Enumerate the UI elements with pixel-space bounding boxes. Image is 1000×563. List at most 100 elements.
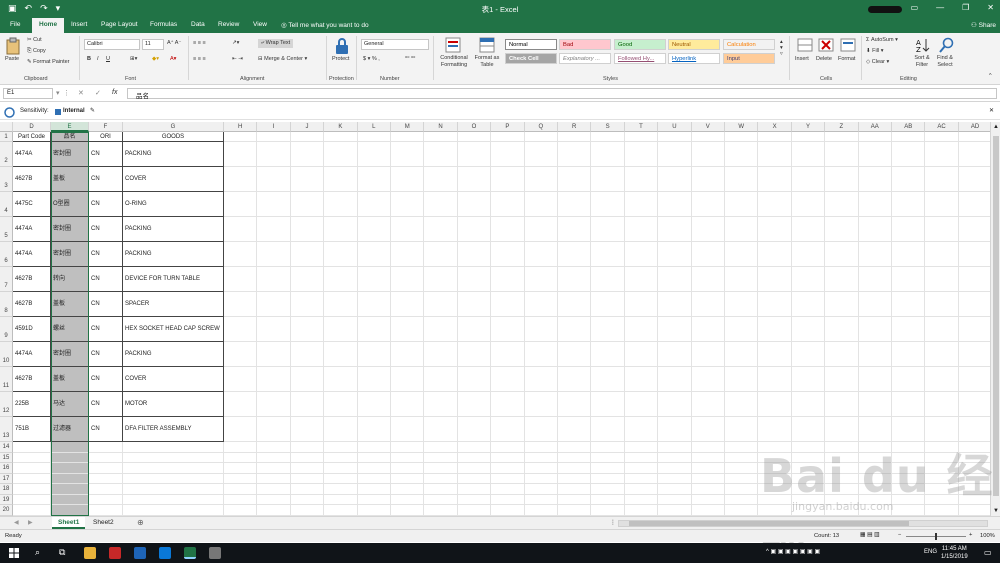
empty-cell[interactable] bbox=[424, 167, 458, 192]
empty-cell[interactable] bbox=[290, 367, 325, 392]
empty-cell[interactable] bbox=[858, 217, 892, 242]
empty-cell[interactable] bbox=[424, 484, 458, 495]
file-explorer-icon[interactable] bbox=[84, 547, 96, 559]
empty-cell[interactable] bbox=[925, 142, 959, 167]
horizontal-scrollbar[interactable] bbox=[618, 520, 988, 527]
empty-cell[interactable] bbox=[391, 367, 425, 392]
column-header-j[interactable]: J bbox=[290, 122, 325, 132]
empty-cell[interactable] bbox=[424, 392, 458, 417]
empty-cell[interactable] bbox=[457, 217, 492, 242]
empty-cell[interactable] bbox=[491, 132, 525, 142]
empty-cell[interactable] bbox=[558, 473, 592, 484]
empty-cell[interactable] bbox=[324, 142, 358, 167]
empty-cell[interactable] bbox=[558, 392, 592, 417]
empty-cell[interactable] bbox=[51, 484, 89, 495]
column-header-u[interactable]: U bbox=[658, 122, 692, 132]
empty-cell[interactable] bbox=[457, 167, 492, 192]
empty-cell[interactable] bbox=[558, 142, 592, 167]
empty-cell[interactable] bbox=[224, 292, 258, 317]
empty-cell[interactable] bbox=[123, 473, 224, 484]
empty-cell[interactable] bbox=[491, 442, 525, 453]
empty-cell[interactable] bbox=[825, 242, 859, 267]
empty-cell[interactable] bbox=[357, 292, 391, 317]
empty-cell[interactable] bbox=[290, 342, 325, 367]
cancel-icon[interactable]: ✕ bbox=[78, 89, 84, 97]
empty-cell[interactable] bbox=[758, 142, 792, 167]
empty-cell[interactable] bbox=[858, 342, 892, 367]
empty-cell[interactable] bbox=[691, 392, 725, 417]
data-cell[interactable]: CN bbox=[89, 342, 123, 367]
lock-icon[interactable] bbox=[335, 37, 349, 55]
empty-cell[interactable] bbox=[324, 292, 358, 317]
sheet-tab-sheet2[interactable]: Sheet2 bbox=[87, 517, 120, 529]
empty-cell[interactable] bbox=[825, 417, 859, 442]
empty-cell[interactable] bbox=[691, 292, 725, 317]
column-header-e[interactable]: E bbox=[51, 122, 89, 132]
empty-cell[interactable] bbox=[958, 142, 990, 167]
empty-cell[interactable] bbox=[591, 132, 625, 142]
h-scroll-thumb[interactable] bbox=[629, 521, 909, 526]
data-cell[interactable]: CN bbox=[89, 142, 123, 167]
empty-cell[interactable] bbox=[13, 442, 51, 453]
empty-cell[interactable] bbox=[123, 505, 224, 516]
empty-cell[interactable] bbox=[491, 367, 525, 392]
empty-cell[interactable] bbox=[658, 484, 692, 495]
empty-cell[interactable] bbox=[491, 463, 525, 474]
empty-cell[interactable] bbox=[658, 392, 692, 417]
empty-cell[interactable] bbox=[758, 292, 792, 317]
column-header-x[interactable]: X bbox=[758, 122, 792, 132]
empty-cell[interactable] bbox=[725, 442, 759, 453]
empty-cell[interactable] bbox=[725, 167, 759, 192]
empty-cell[interactable] bbox=[624, 132, 659, 142]
empty-cell[interactable] bbox=[51, 463, 89, 474]
empty-cell[interactable] bbox=[224, 463, 258, 474]
empty-cell[interactable] bbox=[290, 317, 325, 342]
column-header-m[interactable]: M bbox=[391, 122, 425, 132]
empty-cell[interactable] bbox=[457, 417, 492, 442]
cell-style-bad[interactable]: Bad bbox=[559, 39, 611, 50]
empty-cell[interactable] bbox=[89, 442, 123, 453]
empty-cell[interactable] bbox=[457, 494, 492, 505]
edge-icon[interactable] bbox=[159, 547, 171, 559]
empty-cell[interactable] bbox=[424, 142, 458, 167]
data-cell[interactable]: CN bbox=[89, 217, 123, 242]
empty-cell[interactable] bbox=[224, 317, 258, 342]
fill-button[interactable]: ⬇ Fill ▾ bbox=[866, 48, 883, 54]
empty-cell[interactable] bbox=[725, 142, 759, 167]
empty-cell[interactable] bbox=[791, 142, 826, 167]
empty-cell[interactable] bbox=[13, 463, 51, 474]
empty-cell[interactable] bbox=[725, 505, 759, 516]
empty-cell[interactable] bbox=[324, 442, 358, 453]
row-header[interactable]: 20 bbox=[0, 505, 13, 516]
empty-cell[interactable] bbox=[257, 417, 291, 442]
empty-cell[interactable] bbox=[324, 192, 358, 217]
empty-cell[interactable] bbox=[725, 292, 759, 317]
empty-cell[interactable] bbox=[224, 442, 258, 453]
data-cell[interactable]: 密封圈 bbox=[51, 242, 89, 267]
empty-cell[interactable] bbox=[558, 505, 592, 516]
column-header-k[interactable]: K bbox=[324, 122, 358, 132]
empty-cell[interactable] bbox=[558, 342, 592, 367]
empty-cell[interactable] bbox=[324, 494, 358, 505]
empty-cell[interactable] bbox=[13, 494, 51, 505]
share-button[interactable]: ⚇ Share bbox=[971, 21, 996, 29]
empty-cell[interactable] bbox=[257, 242, 291, 267]
empty-cell[interactable] bbox=[391, 463, 425, 474]
empty-cell[interactable] bbox=[491, 142, 525, 167]
empty-cell[interactable] bbox=[758, 342, 792, 367]
empty-cell[interactable] bbox=[524, 267, 558, 292]
empty-cell[interactable] bbox=[290, 484, 325, 495]
conditional-formatting-icon[interactable] bbox=[445, 37, 461, 53]
delete-button[interactable]: Delete bbox=[816, 56, 832, 62]
empty-cell[interactable] bbox=[290, 392, 325, 417]
excel-taskbar-icon[interactable] bbox=[184, 547, 196, 559]
empty-cell[interactable] bbox=[658, 463, 692, 474]
tab-view[interactable]: View bbox=[253, 21, 267, 28]
empty-cell[interactable] bbox=[257, 463, 291, 474]
empty-cell[interactable] bbox=[424, 417, 458, 442]
empty-cell[interactable] bbox=[892, 392, 926, 417]
empty-cell[interactable] bbox=[391, 267, 425, 292]
enter-icon[interactable]: ✓ bbox=[95, 89, 101, 97]
empty-cell[interactable] bbox=[324, 317, 358, 342]
empty-cell[interactable] bbox=[825, 192, 859, 217]
